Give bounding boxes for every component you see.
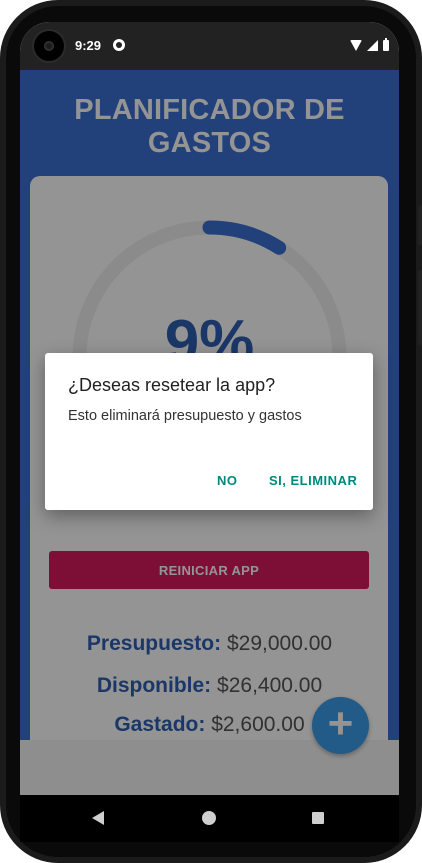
dialog-confirm-button[interactable]: SI, ELIMINAR: [269, 473, 357, 488]
camera-icon: [34, 31, 64, 61]
battery-icon: [383, 37, 389, 51]
signal-icon: [367, 39, 378, 51]
wifi-icon: [350, 39, 362, 51]
status-time: 9:29: [75, 38, 102, 53]
dialog-cancel-button[interactable]: NO: [217, 473, 238, 488]
power-button: [418, 205, 422, 245]
screen: 9:29 PLANIFICADOR DE GASTOS 9% REINICIAR…: [20, 22, 399, 795]
dialog-title: ¿Deseas resetear la app?: [68, 375, 276, 395]
volume-button: [418, 270, 422, 345]
status-bar: 9:29: [20, 22, 399, 70]
back-icon[interactable]: [92, 811, 104, 825]
status-icons: [350, 37, 389, 51]
dialog-message: Esto eliminará presupuesto y gastos: [68, 408, 302, 424]
recents-icon[interactable]: [312, 812, 324, 824]
home-icon[interactable]: [202, 811, 216, 825]
app-notification-icon: [113, 39, 125, 51]
navigation-bar: [20, 795, 399, 842]
reset-dialog: ¿Deseas resetear la app? Esto eliminará …: [45, 353, 373, 510]
